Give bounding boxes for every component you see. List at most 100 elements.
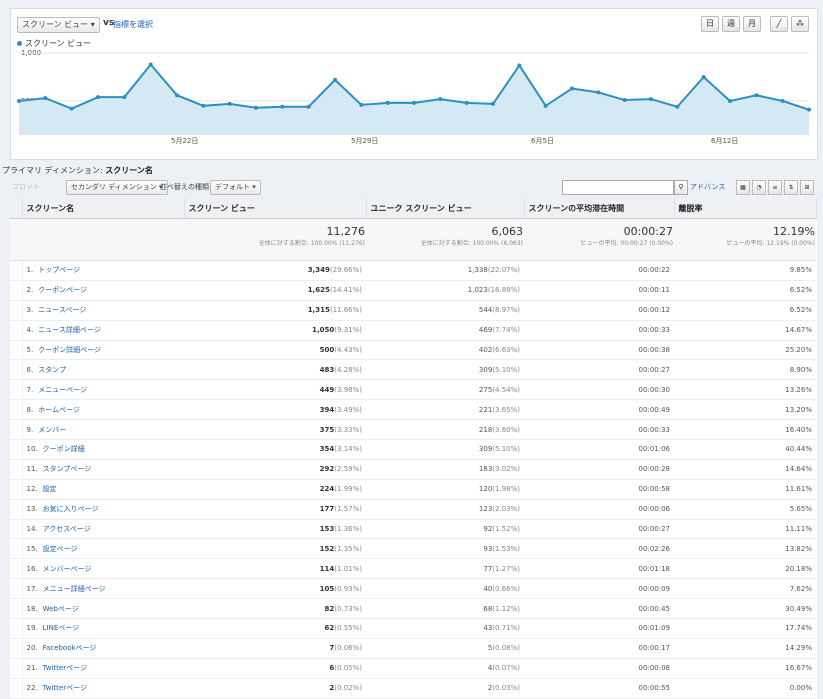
data-point[interactable] [517,63,522,68]
screen-name-link[interactable]: Twitterページ [43,684,87,692]
screen-name-cell[interactable]: 14. アクセスページ [22,519,184,540]
data-point[interactable] [728,99,732,103]
data-point[interactable] [701,75,706,79]
data-point[interactable] [201,103,206,108]
row-checkbox[interactable] [10,578,23,600]
row-checkbox[interactable] [10,598,23,620]
screen-name-cell[interactable]: 15. 設定ページ [22,538,184,560]
screen-name-link[interactable]: LINEページ [43,624,79,632]
data-point[interactable] [96,95,100,100]
data-point[interactable] [17,99,21,103]
comparison-view-icon[interactable]: ⇅ [784,180,798,195]
row-checkbox[interactable] [10,300,23,321]
screen-name-cell[interactable]: 21. Twitterページ [22,658,184,679]
screen-name-cell[interactable]: 20. Facebookページ [22,638,184,659]
data-point[interactable] [622,98,627,103]
data-point[interactable] [254,105,258,110]
screen-name-cell[interactable]: 8. ホームページ [22,399,184,421]
data-point[interactable] [148,62,153,67]
row-checkbox[interactable] [10,459,23,480]
screen-name-link[interactable]: クーポン詳細 [43,445,85,453]
screen-name-cell[interactable]: 1. トップページ [22,260,184,281]
data-point[interactable] [649,97,653,102]
row-checkbox[interactable] [10,499,23,520]
screen-name-link[interactable]: トップページ [38,266,80,274]
row-checkbox[interactable] [10,678,23,699]
screen-name-cell[interactable]: 4. ニュース詳細ページ [22,320,184,341]
row-checkbox[interactable] [10,379,23,401]
row-checkbox[interactable] [10,519,23,540]
data-point[interactable] [570,86,574,91]
row-checkbox[interactable] [10,399,23,421]
row-checkbox[interactable] [10,479,23,500]
screen-name-link[interactable]: メンバー [38,426,66,434]
data-point[interactable] [333,77,337,82]
screen-name-link[interactable]: メンバーページ [43,565,92,573]
screen-name-cell[interactable]: 2. クーポンページ [22,280,184,301]
plot-rows-button[interactable]: プロット [12,182,40,192]
search-icon[interactable]: ⚲ [674,180,688,195]
data-point[interactable] [543,103,548,108]
screen-name-link[interactable]: 設定 [43,485,57,493]
search-input[interactable] [562,180,674,195]
data-point[interactable] [807,107,811,112]
primary-dimension-value[interactable]: スクリーン名 [105,166,153,175]
screen-name-cell[interactable]: 11. スタンプページ [22,459,184,480]
screen-name-cell[interactable]: 9. メンバー [22,419,184,441]
screen-name-link[interactable]: ホームページ [38,406,80,414]
pie-view-icon[interactable]: ◔ [752,180,766,195]
screen-name-link[interactable]: クーポン詳細ページ [38,346,101,354]
row-checkbox[interactable] [10,419,23,441]
screen-name-cell[interactable]: 5. クーポン詳細ページ [22,340,184,361]
data-point[interactable] [280,104,285,109]
table-view-icon[interactable]: ▦ [736,180,750,195]
header-unique-screen-views[interactable]: ユニーク スクリーン ビュー [366,198,525,219]
data-point[interactable] [306,104,311,109]
row-checkbox[interactable] [10,618,23,639]
data-point[interactable] [122,95,127,100]
row-checkbox[interactable] [10,439,23,460]
screen-name-link[interactable]: お気に入りページ [43,505,99,513]
data-point[interactable] [412,100,416,105]
screen-name-link[interactable]: 設定ページ [43,545,78,553]
row-checkbox[interactable] [10,359,23,381]
row-checkbox[interactable] [10,340,23,361]
row-checkbox[interactable] [10,658,23,679]
row-checkbox[interactable] [10,638,23,659]
screen-name-link[interactable]: Webページ [43,605,79,613]
screen-name-link[interactable]: スタンプ [38,366,66,374]
screen-name-cell[interactable]: 18. Webページ [22,598,184,620]
screen-name-cell[interactable]: 17. メニュー詳細ページ [22,578,184,600]
advanced-filter-link[interactable]: アドバンス [690,182,725,192]
row-checkbox[interactable] [10,280,23,301]
screen-name-cell[interactable]: 12. 設定 [22,479,184,500]
sort-type-select[interactable]: デフォルト ▾ [210,180,261,195]
screen-name-link[interactable]: スタンプページ [43,465,92,473]
screen-name-link[interactable]: ニュースページ [38,306,86,314]
screen-name-cell[interactable]: 19. LINEページ [22,618,184,639]
screen-name-cell[interactable]: 10. クーポン詳細 [22,439,184,460]
screen-name-link[interactable]: ニュース詳細ページ [38,326,101,334]
screen-name-cell[interactable]: 16. メンバーページ [22,558,184,580]
data-point[interactable] [385,100,390,105]
row-checkbox[interactable] [10,558,23,580]
data-point[interactable] [43,96,48,101]
data-point[interactable] [491,101,495,106]
data-point[interactable] [438,97,443,102]
pivot-view-icon[interactable]: ⊞ [800,180,814,195]
data-point[interactable] [675,104,680,109]
screen-name-cell[interactable]: 7. メニューページ [22,379,184,401]
screen-name-link[interactable]: Facebookページ [43,644,97,652]
screen-name-link[interactable]: Twitterページ [43,664,87,672]
row-checkbox[interactable] [10,320,23,341]
header-screen-views[interactable]: スクリーン ビュー [184,198,367,219]
data-point[interactable] [69,106,74,111]
data-point[interactable] [227,101,232,106]
data-point[interactable] [596,90,601,95]
screen-name-cell[interactable]: 22. Twitterページ [22,678,184,699]
data-point[interactable] [754,93,759,98]
data-point[interactable] [175,93,179,98]
performance-view-icon[interactable]: ≡ [768,180,782,195]
screen-name-link[interactable]: メニューページ [38,386,87,394]
row-checkbox[interactable] [10,260,23,281]
